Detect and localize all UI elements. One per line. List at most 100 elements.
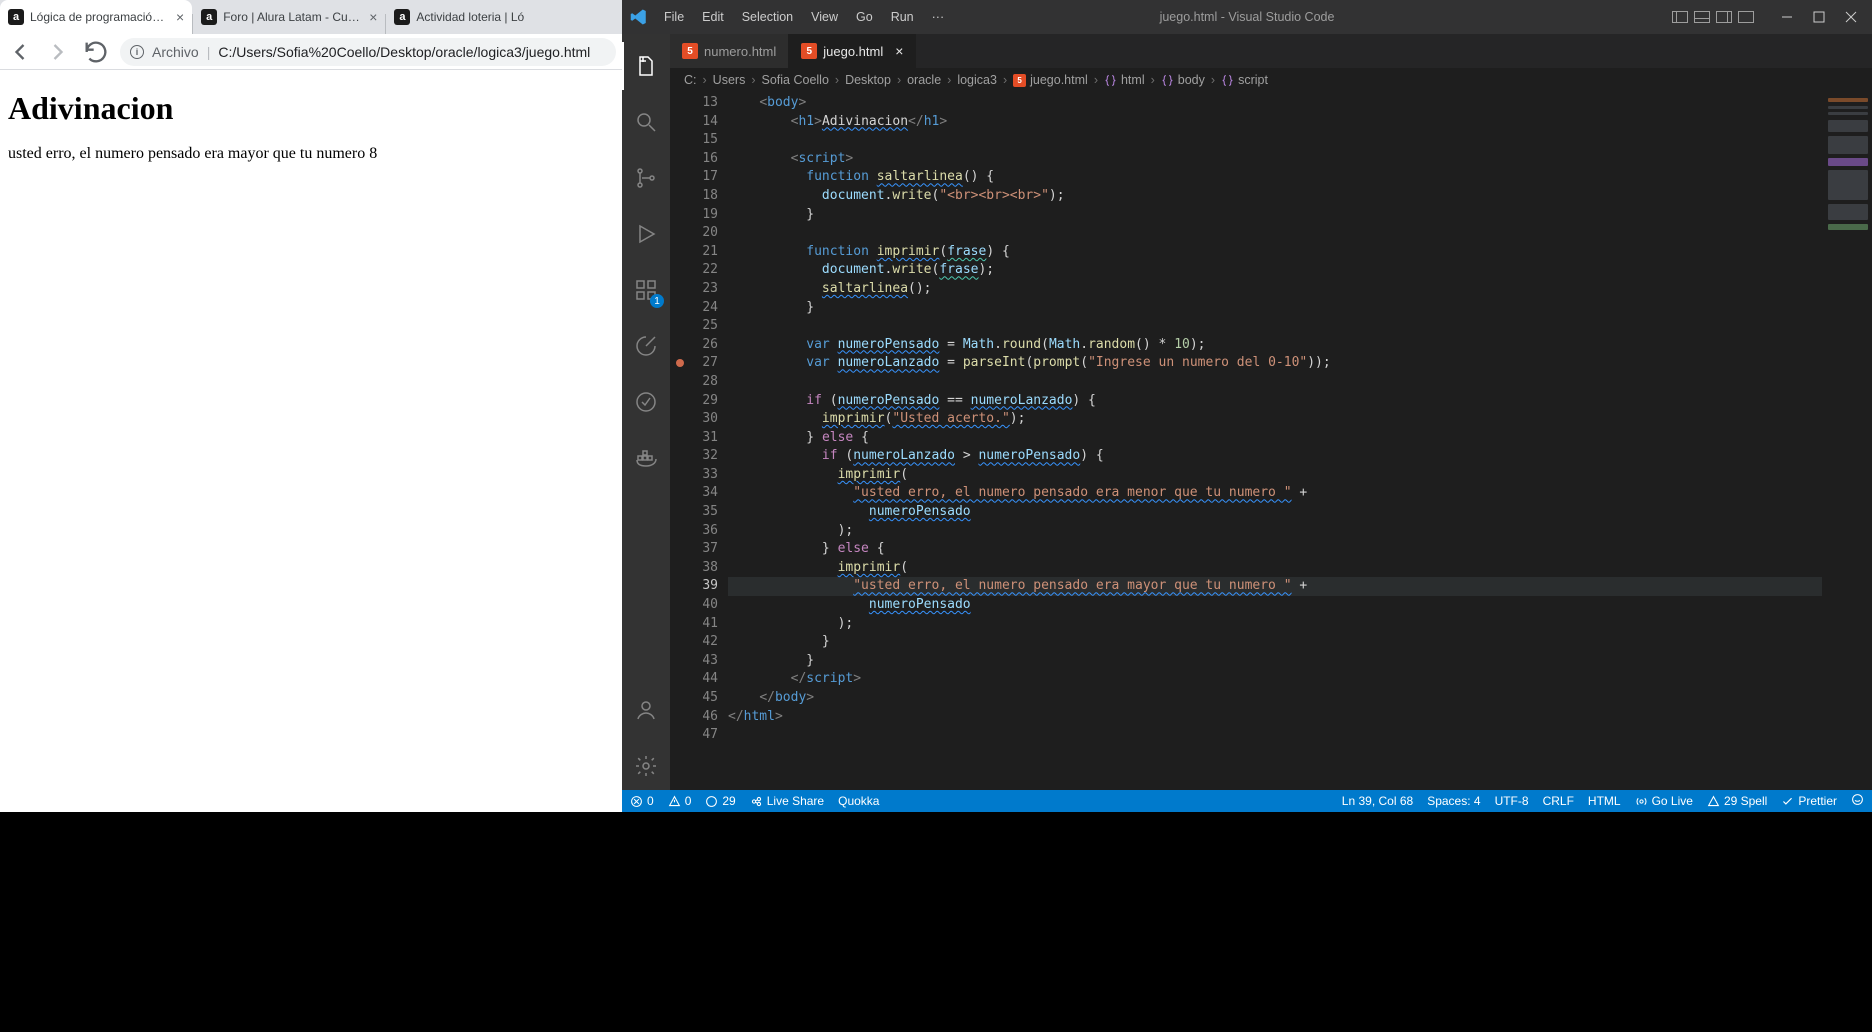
symbol-namespace-icon: [1104, 74, 1117, 87]
back-button[interactable]: [6, 38, 34, 66]
rendered-page: Adivinacion usted erro, el numero pensad…: [0, 70, 622, 812]
status-encoding[interactable]: UTF-8: [1495, 794, 1529, 808]
customize-layout-icon[interactable]: [1738, 11, 1754, 23]
minimap[interactable]: [1822, 92, 1872, 790]
menu-selection[interactable]: Selection: [734, 6, 801, 28]
menu-go[interactable]: Go: [848, 6, 881, 28]
symbol-namespace-icon: [1161, 74, 1174, 87]
layout-controls: [1672, 11, 1754, 23]
vscode-logo-icon: [626, 8, 652, 26]
menu-file[interactable]: File: [656, 6, 692, 28]
page-message: usted erro, el numero pensado era mayor …: [8, 145, 614, 163]
browser-tab-3[interactable]: a Actividad loteria | Ló: [386, 0, 532, 34]
browser-tab-1[interactable]: a Lógica de programación: Concep ×: [0, 0, 192, 34]
url-scheme: Archivo: [152, 44, 199, 60]
editor-tab-juego[interactable]: 5 juego.html ×: [789, 34, 916, 68]
window-controls: [1660, 8, 1872, 26]
editor-group: 5 numero.html 5 juego.html × C:› Users› …: [670, 34, 1872, 790]
window-title: juego.html - Visual Studio Code: [1160, 10, 1335, 24]
maximize-button[interactable]: [1810, 8, 1828, 26]
url-path: C:/Users/Sofia%20Coello/Desktop/oracle/l…: [218, 44, 590, 60]
browser-tab-strip: a Lógica de programación: Concep × a For…: [0, 0, 622, 34]
toggle-secondary-icon[interactable]: [1716, 11, 1732, 23]
address-bar[interactable]: i Archivo | C:/Users/Sofia%20Coello/Desk…: [120, 38, 616, 66]
tab-title: Foro | Alura Latam - Cursos onlin: [223, 10, 363, 24]
timeline-icon[interactable]: [622, 378, 670, 426]
status-errors[interactable]: 0: [630, 794, 654, 808]
extensions-icon[interactable]: 1: [622, 266, 670, 314]
close-icon[interactable]: ×: [176, 9, 184, 25]
line-number-gutter: 1314151617181920212223242526272829303132…: [670, 92, 728, 790]
status-bar: 0 0 29 Live Share Quokka Ln 39, Col 68 S…: [622, 790, 1872, 812]
breadcrumb-item[interactable]: C:: [684, 73, 697, 87]
html-file-icon: 5: [682, 43, 698, 59]
activity-bar: 1: [622, 34, 670, 790]
tab-title: Actividad loteria | Ló: [416, 10, 524, 24]
status-warnings[interactable]: 0: [668, 794, 692, 808]
status-go-live[interactable]: Go Live: [1635, 794, 1693, 808]
vscode-window: File Edit Selection View Go Run ··· jueg…: [622, 0, 1872, 812]
reload-button[interactable]: [82, 38, 110, 66]
html-file-icon: 5: [1013, 74, 1026, 87]
toggle-sidebar-icon[interactable]: [1672, 11, 1688, 23]
status-cursor[interactable]: Ln 39, Col 68: [1342, 794, 1413, 808]
forward-button[interactable]: [44, 38, 72, 66]
status-feedback-icon[interactable]: [1851, 793, 1864, 809]
breadcrumb-item[interactable]: oracle: [907, 73, 941, 87]
title-bar: File Edit Selection View Go Run ··· jueg…: [622, 0, 1872, 34]
close-icon[interactable]: ×: [895, 43, 903, 59]
favicon: a: [8, 9, 24, 25]
editor-tab-bar: 5 numero.html 5 juego.html ×: [670, 34, 1872, 68]
accounts-icon[interactable]: [622, 686, 670, 734]
breadcrumb-item[interactable]: html: [1121, 73, 1145, 87]
menu-view[interactable]: View: [803, 6, 846, 28]
status-live-share[interactable]: Live Share: [750, 794, 824, 808]
source-control-icon[interactable]: [622, 154, 670, 202]
breadcrumb-item[interactable]: Desktop: [845, 73, 891, 87]
browser-tab-2[interactable]: a Foro | Alura Latam - Cursos onlin ×: [193, 0, 385, 34]
menu-more[interactable]: ···: [924, 6, 953, 28]
search-icon[interactable]: [622, 98, 670, 146]
run-debug-icon[interactable]: [622, 210, 670, 258]
info-icon: i: [130, 45, 144, 59]
breadcrumb[interactable]: C:› Users› Sofia Coello› Desktop› oracle…: [670, 68, 1872, 92]
breadcrumb-item[interactable]: Users: [713, 73, 746, 87]
docker-icon[interactable]: [622, 434, 670, 482]
editor-area[interactable]: 1314151617181920212223242526272829303132…: [670, 92, 1872, 790]
breadcrumb-item[interactable]: body: [1178, 73, 1205, 87]
desktop-background: [0, 812, 1872, 1032]
status-spaces[interactable]: Spaces: 4: [1427, 794, 1480, 808]
status-prettier[interactable]: Prettier: [1781, 794, 1837, 808]
status-quokka[interactable]: Quokka: [838, 794, 879, 808]
explorer-icon[interactable]: [622, 42, 670, 90]
menu-run[interactable]: Run: [883, 6, 922, 28]
breadcrumb-item[interactable]: Sofia Coello: [762, 73, 829, 87]
breadcrumb-item[interactable]: logica3: [957, 73, 997, 87]
settings-gear-icon[interactable]: [622, 742, 670, 790]
page-heading: Adivinacion: [8, 90, 614, 127]
favicon: a: [394, 9, 410, 25]
remote-icon[interactable]: [622, 322, 670, 370]
close-button[interactable]: [1842, 8, 1860, 26]
status-spell[interactable]: 29 Spell: [1707, 794, 1767, 808]
favicon: a: [201, 9, 217, 25]
extensions-badge: 1: [650, 294, 664, 308]
minimize-button[interactable]: [1778, 8, 1796, 26]
tab-title: Lógica de programación: Concep: [30, 10, 170, 24]
browser-window: a Lógica de programación: Concep × a For…: [0, 0, 622, 812]
close-icon[interactable]: ×: [369, 9, 377, 25]
editor-tab-numero[interactable]: 5 numero.html: [670, 34, 789, 68]
browser-toolbar: i Archivo | C:/Users/Sofia%20Coello/Desk…: [0, 34, 622, 70]
code-content[interactable]: <body> <h1>Adivinacion</h1> <script> fun…: [728, 92, 1822, 790]
breadcrumb-item[interactable]: script: [1238, 73, 1268, 87]
status-eol[interactable]: CRLF: [1543, 794, 1574, 808]
menu-bar: File Edit Selection View Go Run ···: [656, 6, 952, 28]
status-info[interactable]: 29: [705, 794, 735, 808]
toggle-panel-icon[interactable]: [1694, 11, 1710, 23]
tab-label: juego.html: [823, 44, 883, 59]
html-file-icon: 5: [801, 43, 817, 59]
status-language[interactable]: HTML: [1588, 794, 1621, 808]
breadcrumb-item[interactable]: juego.html: [1030, 73, 1088, 87]
symbol-namespace-icon: [1221, 74, 1234, 87]
menu-edit[interactable]: Edit: [694, 6, 732, 28]
